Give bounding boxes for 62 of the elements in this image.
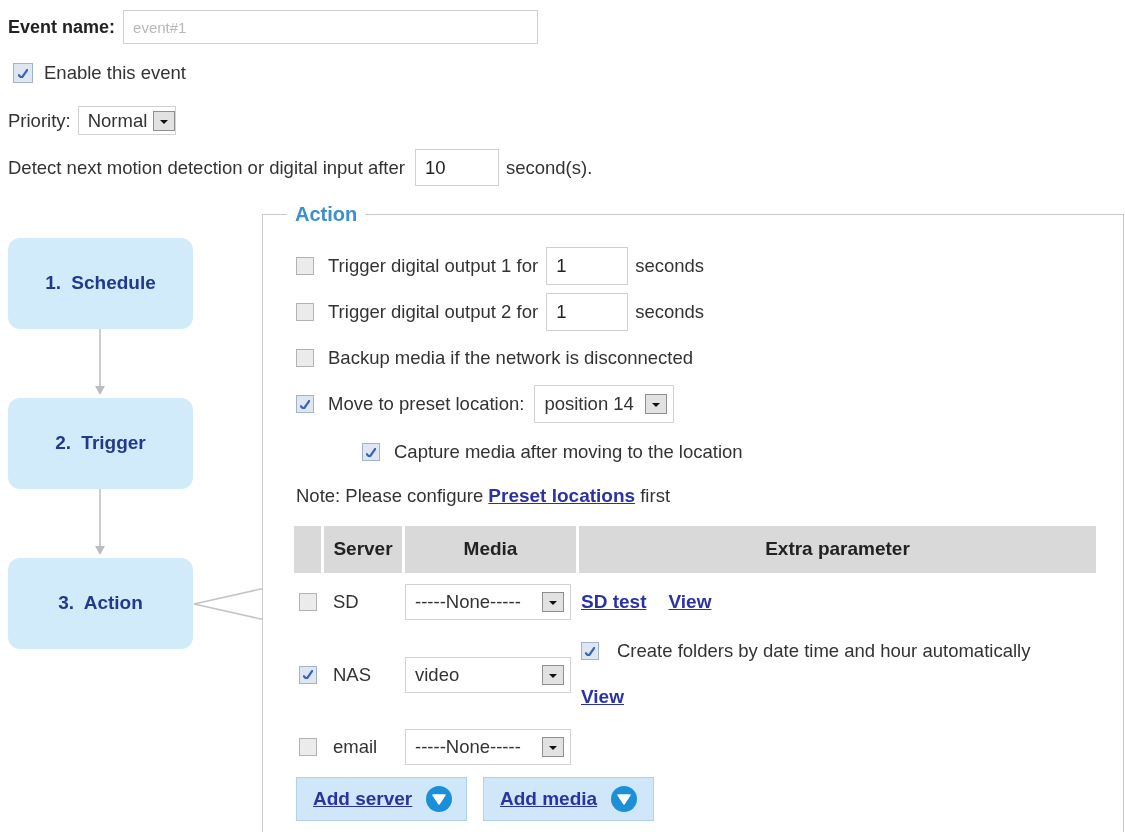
check-icon — [300, 399, 310, 409]
link[interactable]: View — [668, 591, 712, 613]
step-button[interactable]: 3. Action — [8, 558, 193, 649]
field-label: Event name: — [8, 15, 116, 39]
option-label: Trigger digital output 2 for — [328, 300, 539, 325]
step-button[interactable]: 2. Trigger — [8, 398, 193, 489]
checkbox[interactable] — [299, 738, 317, 756]
caret-icon — [542, 737, 564, 757]
step-button[interactable]: 1. Schedule — [8, 238, 193, 329]
check-icon — [18, 68, 28, 78]
checkbox[interactable] — [296, 395, 314, 413]
option-label: Trigger digital output 1 for — [328, 254, 539, 279]
input-field[interactable]: 10 — [414, 149, 499, 186]
column-header: Media — [405, 526, 576, 573]
field-label: Detect next motion detection or digital input after — [8, 155, 405, 180]
panel-title: Action — [294, 202, 359, 227]
caret-icon — [542, 592, 564, 612]
field-label: Priority: — [8, 108, 71, 133]
server-name: SD — [333, 590, 359, 615]
option-label: Capture media after moving to the location — [394, 440, 743, 465]
check-icon — [303, 670, 313, 679]
dropdown[interactable]: video — [405, 656, 571, 693]
checkbox[interactable] — [299, 593, 317, 611]
checkbox[interactable] — [581, 642, 599, 660]
dropdown[interactable]: -----None----- — [405, 584, 571, 620]
input-field[interactable]: 1 — [546, 247, 629, 285]
checkbox[interactable] — [296, 349, 314, 367]
check-icon — [366, 447, 376, 457]
dropdown[interactable]: -----None----- — [405, 729, 571, 765]
add-button[interactable]: Add media — [483, 777, 654, 821]
add-button[interactable]: Add server — [296, 777, 467, 821]
checkbox[interactable] — [299, 665, 317, 684]
link[interactable]: Preset locations — [488, 485, 636, 506]
checkbox[interactable] — [13, 63, 33, 83]
unit-label: seconds — [635, 300, 705, 325]
down-triangle-circle-icon — [426, 786, 453, 812]
caret-icon — [645, 394, 668, 414]
unit-label: second(s). — [505, 155, 593, 180]
option-label: Enable this event — [44, 61, 186, 86]
option-label: Move to preset location: — [328, 392, 525, 417]
column-header: Server — [324, 526, 402, 573]
check-icon — [585, 646, 595, 656]
down-triangle-circle-icon — [611, 786, 638, 812]
dropdown[interactable]: Normal — [77, 106, 176, 135]
caret-icon — [542, 664, 564, 685]
note-text: Note: Please configure Preset locations first — [296, 485, 671, 507]
option-label: Create folders by date time and hour automatically — [617, 639, 1031, 664]
link[interactable]: View — [581, 686, 624, 708]
column-header: Extra parameter — [579, 526, 1096, 573]
link[interactable]: SD test — [581, 591, 647, 613]
unit-label: seconds — [635, 254, 705, 279]
caret-icon — [153, 110, 176, 131]
header-cell — [294, 526, 321, 573]
checkbox[interactable] — [362, 443, 380, 461]
server-name: NAS — [333, 662, 372, 687]
checkbox[interactable] — [296, 257, 314, 275]
dropdown[interactable]: position 14 — [534, 385, 675, 423]
option-label: Backup media if the network is disconnected — [328, 346, 694, 371]
server-name: email — [333, 735, 378, 760]
checkbox[interactable] — [296, 303, 314, 321]
input-field[interactable]: event#1 — [123, 10, 539, 44]
input-field[interactable]: 1 — [546, 293, 629, 331]
